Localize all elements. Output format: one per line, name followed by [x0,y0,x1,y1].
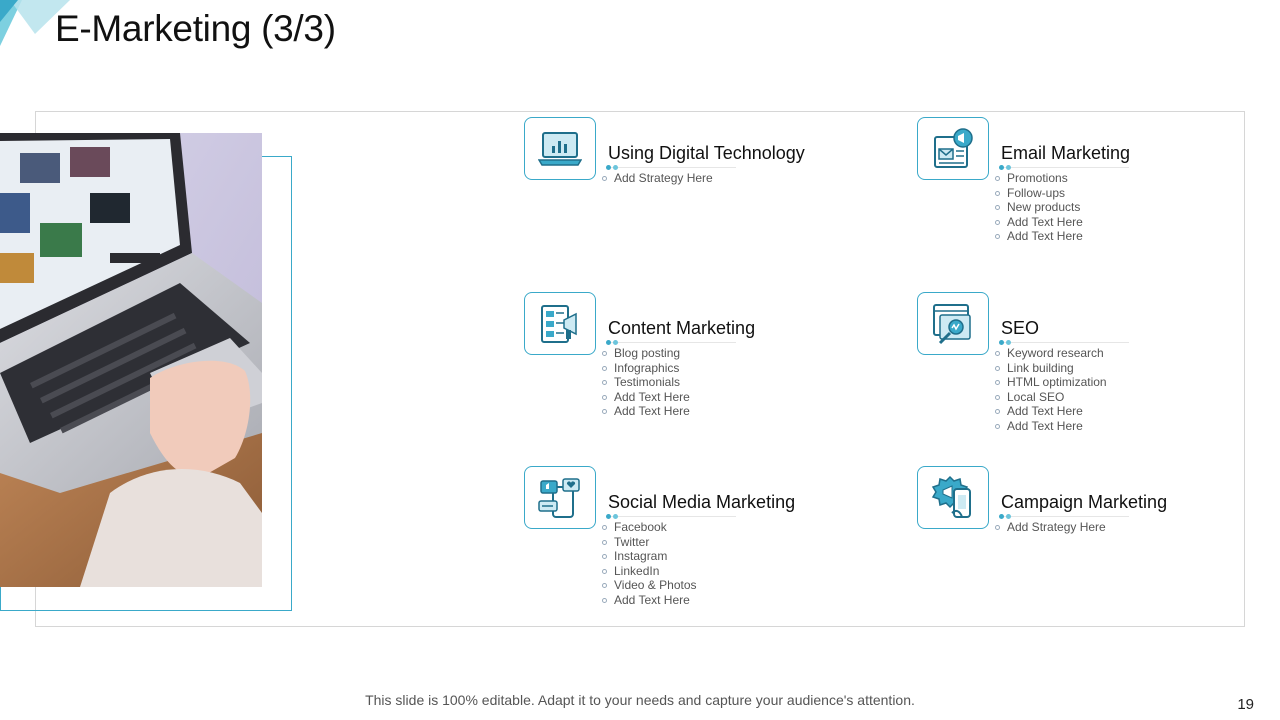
bullet-item: Video & Photos [600,578,697,593]
bullet-list: Blog posting Infographics Testimonials A… [600,346,690,419]
bullet-item: Blog posting [600,346,690,361]
bullet-list: Promotions Follow-ups New products Add T… [993,171,1083,244]
footer-note: This slide is 100% editable. Adapt it to… [365,692,915,708]
bullet-item: Add Text Here [600,390,690,405]
item-divider [999,514,1129,519]
item-divider [606,165,736,170]
bullet-item: Local SEO [993,390,1107,405]
item-divider [606,340,736,345]
bullet-item: Infographics [600,361,690,376]
content-megaphone-icon [524,292,596,355]
bullet-list: Add Strategy Here [993,520,1106,535]
bullet-item: Promotions [993,171,1083,186]
laptop-chart-icon [524,117,596,180]
bullet-item: Add Text Here [993,229,1083,244]
item-title: Email Marketing [1001,143,1131,163]
bullet-list: Keyword research Link building HTML opti… [993,346,1107,433]
bullet-item: LinkedIn [600,564,697,579]
bullet-item: Keyword research [993,346,1107,361]
bullet-item: Add Text Here [600,593,697,608]
page-number: 19 [1237,696,1254,713]
item-divider [606,514,736,519]
item-title: Content Marketing [608,318,756,338]
bullet-item: New products [993,200,1083,215]
bullet-item: HTML optimization [993,375,1107,390]
item-title: Social Media Marketing [608,492,796,512]
email-megaphone-icon [917,117,989,180]
laptop-photo [0,133,262,587]
item-divider [999,340,1129,345]
bullet-item: Add Strategy Here [993,520,1106,535]
slide-title: E-Marketing (3/3) [55,8,336,49]
bullet-item: Add Text Here [993,215,1083,230]
item-divider [999,165,1129,170]
item-title: Campaign Marketing [1001,492,1168,512]
item-title: SEO [1001,318,1040,338]
social-media-icon [524,466,596,529]
bullet-item: Add Text Here [600,404,690,419]
bullet-item: Add Text Here [993,404,1107,419]
bullet-item: Testimonials [600,375,690,390]
bullet-item: Link building [993,361,1107,376]
bullet-list: Add Strategy Here [600,171,713,186]
campaign-badge-icon [917,466,989,529]
bullet-item: Facebook [600,520,697,535]
seo-search-icon [917,292,989,355]
bullet-item: Follow-ups [993,186,1083,201]
bullet-item: Add Text Here [993,419,1107,434]
bullet-item: Add Strategy Here [600,171,713,186]
bullet-item: Twitter [600,535,697,550]
item-title: Using Digital Technology [608,143,805,163]
bullet-item: Instagram [600,549,697,564]
bullet-list: Facebook Twitter Instagram LinkedIn Vide… [600,520,697,607]
